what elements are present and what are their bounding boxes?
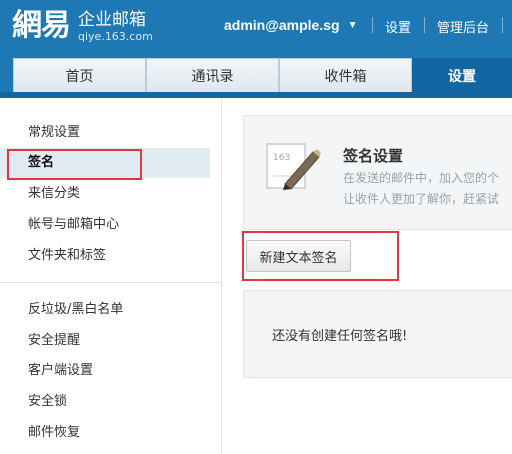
sidebar-item-antispam[interactable]: 反垃圾/黑白名单 xyxy=(0,295,210,325)
header-divider xyxy=(424,17,425,33)
logo-text: 企业邮箱 qiye.163.com xyxy=(78,10,153,43)
empty-state-text: 还没有创建任何签名哦! xyxy=(272,329,408,344)
icon-label: 163 xyxy=(273,153,290,163)
logo-title: 企业邮箱 xyxy=(78,9,146,30)
description-line: 让收件人更加了解你，赶紧试 xyxy=(343,192,500,206)
sidebar-item-folders-labels[interactable]: 文件夹和标签 xyxy=(0,241,210,271)
signature-pen-icon: 163 xyxy=(266,143,321,190)
settings-link[interactable]: 设置 xyxy=(385,17,411,36)
logo[interactable]: 網易 企业邮箱 qiye.163.com xyxy=(12,6,153,46)
user-menu[interactable]: admin@ample.sg ▼ xyxy=(224,17,357,33)
logo-subtitle: qiye.163.com xyxy=(78,29,153,43)
tab-settings[interactable]: 设置 xyxy=(412,58,512,92)
header-divider xyxy=(502,17,503,33)
sidebar-item-mail-recovery[interactable]: 邮件恢复 xyxy=(0,418,210,448)
sidebar-item-security-lock[interactable]: 安全锁 xyxy=(0,387,210,417)
highlight-new-button xyxy=(242,231,399,281)
tab-inbox[interactable]: 收件箱 xyxy=(279,58,412,92)
description-line: 在发送的邮件中，加入您的个 xyxy=(343,171,500,185)
sidebar-item-account-center[interactable]: 帐号与邮箱中心 xyxy=(0,210,210,240)
sidebar-item-security-alert[interactable]: 安全提醒 xyxy=(0,326,210,356)
signature-settings-title: 签名设置 xyxy=(343,147,404,165)
sidebar-divider xyxy=(0,282,222,283)
top-header: 網易 企业邮箱 qiye.163.com admin@ample.sg ▼ 设置… xyxy=(0,0,512,52)
user-email: admin@ample.sg xyxy=(224,17,340,33)
tab-contacts[interactable]: 通讯录 xyxy=(146,58,279,92)
tab-home[interactable]: 首页 xyxy=(13,58,146,92)
signature-description: 在发送的邮件中，加入您的个 让收件人更加了解你，赶紧试 xyxy=(343,168,499,210)
logo-mark: 網易 xyxy=(12,8,71,43)
admin-console-link[interactable]: 管理后台 xyxy=(437,17,489,36)
sidebar-item-client-settings[interactable]: 客户端设置 xyxy=(0,356,210,386)
chevron-down-icon: ▼ xyxy=(347,19,358,31)
highlight-signature xyxy=(7,149,142,180)
sidebar-item-general[interactable]: 常规设置 xyxy=(0,118,210,148)
sidebar-item-mail-rules[interactable]: 来信分类 xyxy=(0,179,210,209)
header-divider xyxy=(372,17,373,33)
